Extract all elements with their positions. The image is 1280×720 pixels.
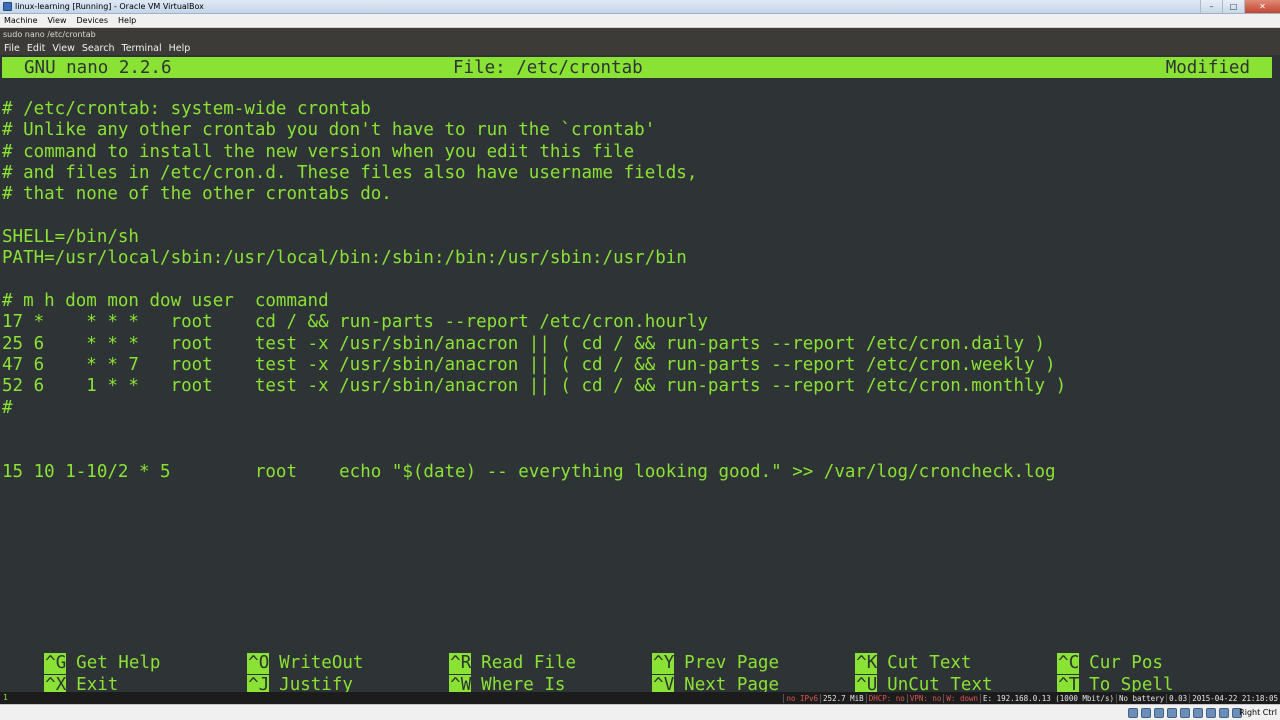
file-line[interactable]: # that none of the other crontabs do. xyxy=(2,184,392,205)
minimize-button[interactable]: – xyxy=(1200,0,1222,13)
shortcut-label: Next Page xyxy=(684,675,779,692)
shortcut-label: Where Is xyxy=(481,675,566,692)
terminal-menu-help[interactable]: Help xyxy=(169,43,191,54)
wifi-status: W: down xyxy=(943,693,980,703)
vbox-menu-bar: Machine View Devices Help xyxy=(0,14,1280,28)
file-line[interactable]: # and files in /etc/cron.d. These files … xyxy=(2,163,697,184)
battery-status: No battery xyxy=(1115,693,1166,703)
close-button[interactable]: ✕ xyxy=(1244,0,1280,13)
vbox-status-strip: Right Ctrl xyxy=(0,704,1280,720)
file-line[interactable]: # /etc/crontab: system-wide crontab xyxy=(2,99,371,120)
file-line[interactable]: # command to install the new version whe… xyxy=(2,142,634,163)
shortcut-label: Exit xyxy=(76,675,119,692)
memory-status: 252.7 MiB xyxy=(820,693,866,703)
terminal-menu-search[interactable]: Search xyxy=(82,43,115,54)
shortcut-read-file[interactable]: ^R Read File xyxy=(407,632,576,674)
shortcut-writeout[interactable]: ^O WriteOut xyxy=(205,632,363,674)
file-line[interactable]: 17 * * * * root cd / && run-parts --repo… xyxy=(2,312,708,333)
shortcut-where-is[interactable]: ^W Where Is xyxy=(407,654,565,692)
file-line[interactable]: SHELL=/bin/sh xyxy=(2,227,139,248)
shortcut-next-page[interactable]: ^V Next Page xyxy=(610,654,779,692)
virtualbox-app-icon xyxy=(3,2,12,11)
file-line[interactable]: 15 10 1-10/2 * 5 root echo "$(date) -- e… xyxy=(2,462,1056,483)
shortcut-to-spell[interactable]: ^T To Spell xyxy=(1015,654,1173,692)
usb-icon[interactable] xyxy=(1154,708,1164,718)
shortcut-key: ^T xyxy=(1057,675,1079,692)
menu-machine[interactable]: Machine xyxy=(4,16,38,25)
datetime-status: 2015-04-22 21:18:05 xyxy=(1189,693,1280,703)
file-line[interactable]: 52 6 1 * * root test -x /usr/sbin/anacro… xyxy=(2,376,1066,397)
load-status: 0.03 xyxy=(1166,693,1189,703)
nano-version: GNU nano 2.2.6 xyxy=(24,58,172,78)
nano-filename: File: /etc/crontab xyxy=(453,58,643,78)
shortcut-justify[interactable]: ^J Justify xyxy=(205,654,353,692)
host-key-label: Right Ctrl xyxy=(1239,708,1277,717)
terminal-menu-view[interactable]: View xyxy=(52,43,75,54)
shortcut-label: To Spell xyxy=(1089,675,1174,692)
recording-icon[interactable] xyxy=(1206,708,1216,718)
shortcut-key: ^W xyxy=(449,675,471,692)
terminal-menu-bar: File Edit View Search Terminal Help xyxy=(0,41,1280,55)
vbox-device-icons xyxy=(1125,708,1242,718)
shortcut-label: Justify xyxy=(279,675,353,692)
file-line[interactable]: PATH=/usr/local/sbin:/usr/local/bin:/sbi… xyxy=(2,248,687,269)
file-line[interactable]: # Unlike any other crontab you don't hav… xyxy=(2,120,655,141)
network-icon[interactable] xyxy=(1167,708,1177,718)
shortcut-prev-page[interactable]: ^Y Prev Page xyxy=(610,632,779,674)
terminal-screen[interactable]: GNU nano 2.2.6 File: /etc/crontab Modifi… xyxy=(0,55,1280,692)
shortcut-label: UnCut Text xyxy=(887,675,993,692)
system-status-bar: 1 no IPv6 252.7 MiB DHCP: no VPN: no W: … xyxy=(0,692,1280,704)
terminal-menu-file[interactable]: File xyxy=(4,43,20,54)
maximize-button[interactable]: □ xyxy=(1222,0,1244,13)
file-line[interactable]: 47 6 * * 7 root test -x /usr/sbin/anacro… xyxy=(2,355,1056,376)
terminal-menu-terminal[interactable]: Terminal xyxy=(122,43,162,54)
shortcut-exit[interactable]: ^X Exit xyxy=(2,654,118,692)
menu-view[interactable]: View xyxy=(48,16,67,25)
vpn-status: VPN: no xyxy=(906,693,944,703)
window-title: linux-learning [Running] - Oracle VM Vir… xyxy=(15,2,204,11)
ipv6-status: no IPv6 xyxy=(783,693,820,703)
hard-disk-icon[interactable] xyxy=(1128,708,1138,718)
shared-folder-icon[interactable] xyxy=(1180,708,1190,718)
vbox-title-bar: linux-learning [Running] - Oracle VM Vir… xyxy=(0,0,1280,14)
shortcut-key: ^J xyxy=(247,675,269,692)
workspace-indicator[interactable]: 1 xyxy=(3,693,8,702)
file-line[interactable]: # xyxy=(2,398,13,419)
dhcp-status: DHCP: no xyxy=(865,693,907,703)
display-icon[interactable] xyxy=(1193,708,1203,718)
shortcut-key: ^X xyxy=(44,675,66,692)
terminal-title: sudo nano /etc/crontab xyxy=(0,28,1280,41)
file-line[interactable]: # m h dom mon dow user command xyxy=(2,291,329,312)
shortcut-cur-pos[interactable]: ^C Cur Pos xyxy=(1015,632,1163,674)
menu-devices[interactable]: Devices xyxy=(76,16,108,25)
file-line[interactable]: 25 6 * * * root test -x /usr/sbin/anacro… xyxy=(2,334,1045,355)
optical-drive-icon[interactable] xyxy=(1141,708,1151,718)
shortcut-key: ^U xyxy=(855,675,877,692)
shortcut-key: ^V xyxy=(652,675,674,692)
shortcut-cut-text[interactable]: ^K Cut Text xyxy=(813,632,971,674)
nano-header-bar: GNU nano 2.2.6 File: /etc/crontab Modifi… xyxy=(2,57,1272,78)
cpu-icon[interactable] xyxy=(1219,708,1229,718)
shortcut-get-help[interactable]: ^G Get Help xyxy=(2,632,160,674)
window-controls: – □ ✕ xyxy=(1200,0,1280,14)
shortcut-uncut-text[interactable]: ^U UnCut Text xyxy=(813,654,993,692)
terminal-menu-edit[interactable]: Edit xyxy=(27,43,45,54)
nano-modified-status: Modified xyxy=(1165,58,1250,78)
ethernet-status: E: 192.168.0.13 (1000 Mbit/s) xyxy=(980,693,1116,703)
menu-help[interactable]: Help xyxy=(118,16,136,25)
